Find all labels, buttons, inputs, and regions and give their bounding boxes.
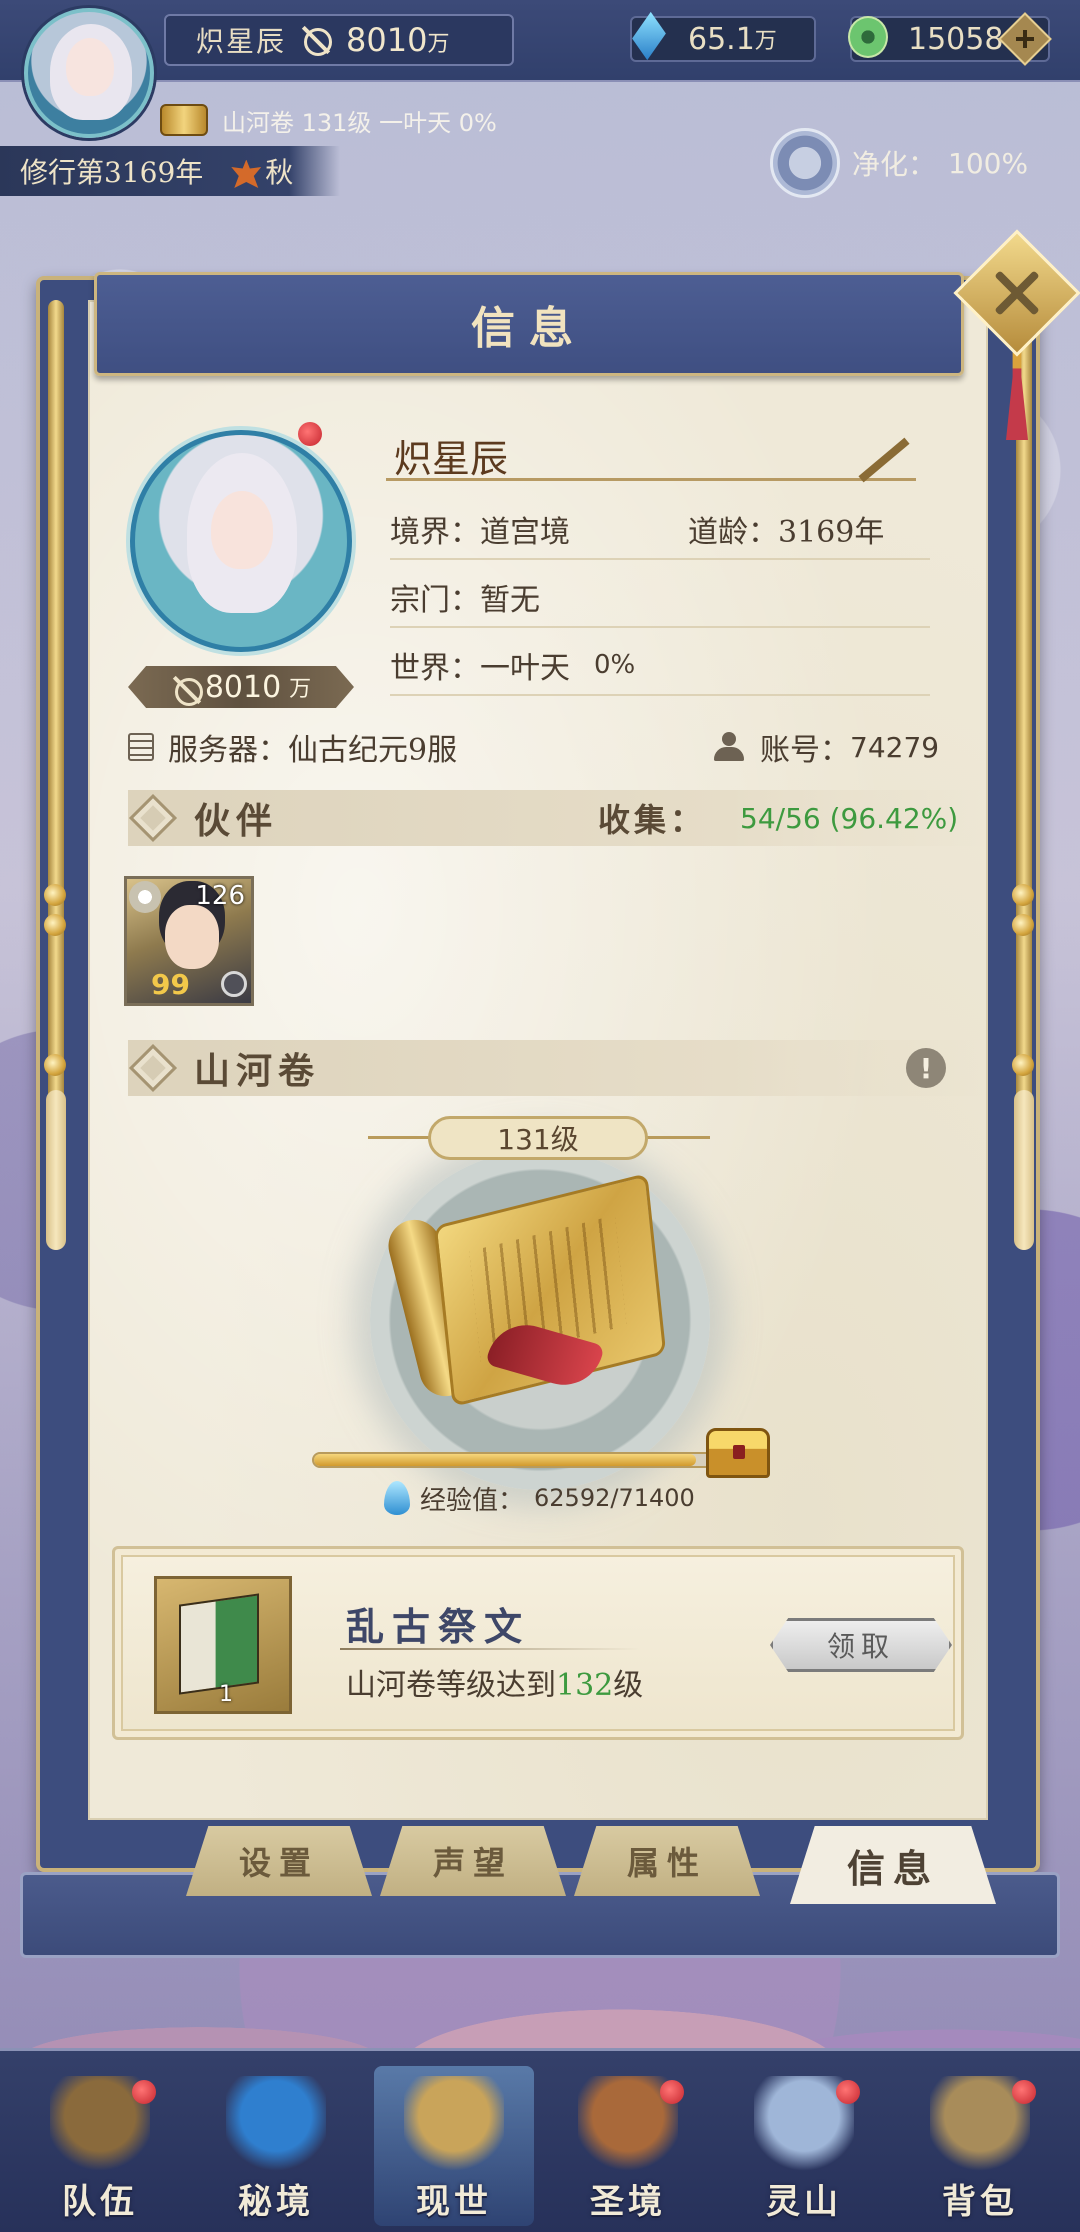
- server-value: 仙古纪元9服: [288, 733, 458, 768]
- account-icon: [712, 732, 746, 762]
- world-row: 世界： 一叶天 0%: [390, 636, 930, 696]
- nav-backpack[interactable]: 背包: [900, 2066, 1060, 2226]
- panel-title: 信息: [471, 303, 587, 354]
- server-account-row: 服务器： 仙古纪元9服 账号： 74279: [128, 722, 968, 772]
- player-name: 炽星辰: [196, 25, 287, 58]
- season-indicator: 秋: [231, 151, 293, 191]
- account-field[interactable]: 账号： 74279: [712, 725, 939, 769]
- claim-button[interactable]: 领取: [770, 1618, 952, 1672]
- portrait-notification-dot: [298, 422, 322, 446]
- scroll-info-icon[interactable]: !: [906, 1048, 946, 1088]
- scroll-icon: [404, 2076, 504, 2176]
- nav-team[interactable]: 队伍: [20, 2066, 180, 2226]
- exp-value: 62592/71400: [534, 1484, 695, 1512]
- exp-text: 经验值： 62592/71400: [384, 1478, 695, 1518]
- purify-icon: [770, 128, 840, 198]
- realm-value: 道宫境: [480, 515, 570, 550]
- sect-value: 暂无: [480, 583, 540, 618]
- nav-backpack-badge: [1012, 2080, 1036, 2104]
- jade-icon: [848, 16, 888, 58]
- pole-bead: [44, 884, 66, 906]
- reward-item-count: 1: [219, 1682, 233, 1707]
- pole-bead: [44, 914, 66, 936]
- reward-description: 山河卷等级达到132级: [346, 1668, 644, 1703]
- account-value: 74279: [850, 730, 940, 764]
- nav-holy-realm[interactable]: 圣境: [548, 2066, 708, 2226]
- world-progress: 0%: [594, 650, 636, 680]
- scroll-title: 山河卷: [194, 1050, 321, 1092]
- spirit-flame-icon: [384, 1481, 410, 1515]
- server-icon: [128, 733, 154, 761]
- exp-progress-fill: [314, 1454, 697, 1466]
- maple-leaf-icon: [231, 159, 262, 188]
- world-value: 一叶天: [480, 651, 570, 686]
- nav-holy-realm-badge: [660, 2080, 684, 2104]
- cultivation-year: 修行第3169年: [20, 156, 204, 189]
- pole-tassel: [46, 1090, 66, 1250]
- name-underline: [386, 478, 916, 481]
- nav-secret-realm[interactable]: 秘境: [196, 2066, 356, 2226]
- character-portrait[interactable]: [130, 430, 352, 652]
- book-icon: [179, 1593, 259, 1695]
- scroll-section-header: 山河卷 !: [128, 1040, 988, 1096]
- pole-bead: [1012, 1054, 1034, 1076]
- tab-attributes[interactable]: 属性: [574, 1826, 760, 1896]
- collect-value: 54/56 (96.42%): [740, 801, 959, 835]
- treasure-chest-icon[interactable]: [706, 1428, 770, 1478]
- scroll-level-badge: 131级: [428, 1116, 648, 1160]
- partner-title: 伙伴: [194, 800, 279, 842]
- nav-team-badge: [132, 2080, 156, 2104]
- realm-row: 境界： 道宫境 道龄：3169年: [390, 500, 930, 560]
- exp-progress-bar: [312, 1452, 752, 1468]
- partner-gear-icon: [221, 971, 247, 997]
- nav-spirit-mountain-badge: [836, 2080, 860, 2104]
- crystal-icon: [630, 14, 670, 62]
- pole-bead: [1012, 884, 1034, 906]
- scroll-icon: [160, 104, 208, 136]
- player-avatar[interactable]: [24, 8, 154, 138]
- reward-item[interactable]: 1: [154, 1576, 292, 1714]
- tab-info[interactable]: 信息: [790, 1826, 996, 1904]
- collect-label: 收集：: [598, 801, 707, 839]
- reward-title: 乱古祭文: [346, 1604, 531, 1649]
- partner-emblem-icon: [129, 881, 161, 913]
- partner-quote-mark: 99: [151, 968, 190, 1001]
- reward-title-underline: [340, 1648, 640, 1650]
- pole-tassel: [1014, 1090, 1034, 1250]
- avatar-face: [66, 38, 114, 96]
- combat-power: 8010万: [346, 21, 450, 59]
- portal-icon: [226, 2076, 326, 2176]
- combat-power-icon: [171, 674, 203, 706]
- scroll-summary[interactable]: 山河卷 131级 一叶天 0%: [160, 100, 497, 140]
- character-name: 炽星辰: [394, 437, 509, 481]
- pole-bead: [1012, 914, 1034, 936]
- player-name-plate[interactable]: 炽星辰 8010万: [164, 14, 514, 66]
- partner-section-header: 伙伴 收集： 54/56 (96.42%): [128, 790, 988, 846]
- combat-power-icon: [300, 24, 333, 56]
- partner-portrait: [165, 905, 219, 969]
- power-plate: 8010 万: [128, 666, 354, 708]
- nav-spirit-mountain[interactable]: 灵山: [724, 2066, 884, 2226]
- diamond-icon: [128, 793, 178, 843]
- tab-settings[interactable]: 设置: [186, 1826, 372, 1896]
- partner-card[interactable]: 126 99: [124, 876, 254, 1006]
- cultivation-year-bar: 修行第3169年 秋: [0, 146, 340, 196]
- panel-title-banner: 信息: [94, 272, 964, 376]
- diamond-icon: [128, 1043, 178, 1093]
- tab-reputation[interactable]: 声望: [380, 1826, 566, 1896]
- partner-level: 126: [195, 881, 245, 911]
- sect-row: 宗门： 暂无: [390, 568, 930, 628]
- pole-bead: [44, 1054, 66, 1076]
- purify-status[interactable]: 净化： 100%: [770, 128, 1080, 198]
- nav-present-world[interactable]: 现世: [374, 2066, 534, 2226]
- portrait-face: [211, 491, 273, 569]
- age-field: 道龄：3169年: [688, 515, 885, 550]
